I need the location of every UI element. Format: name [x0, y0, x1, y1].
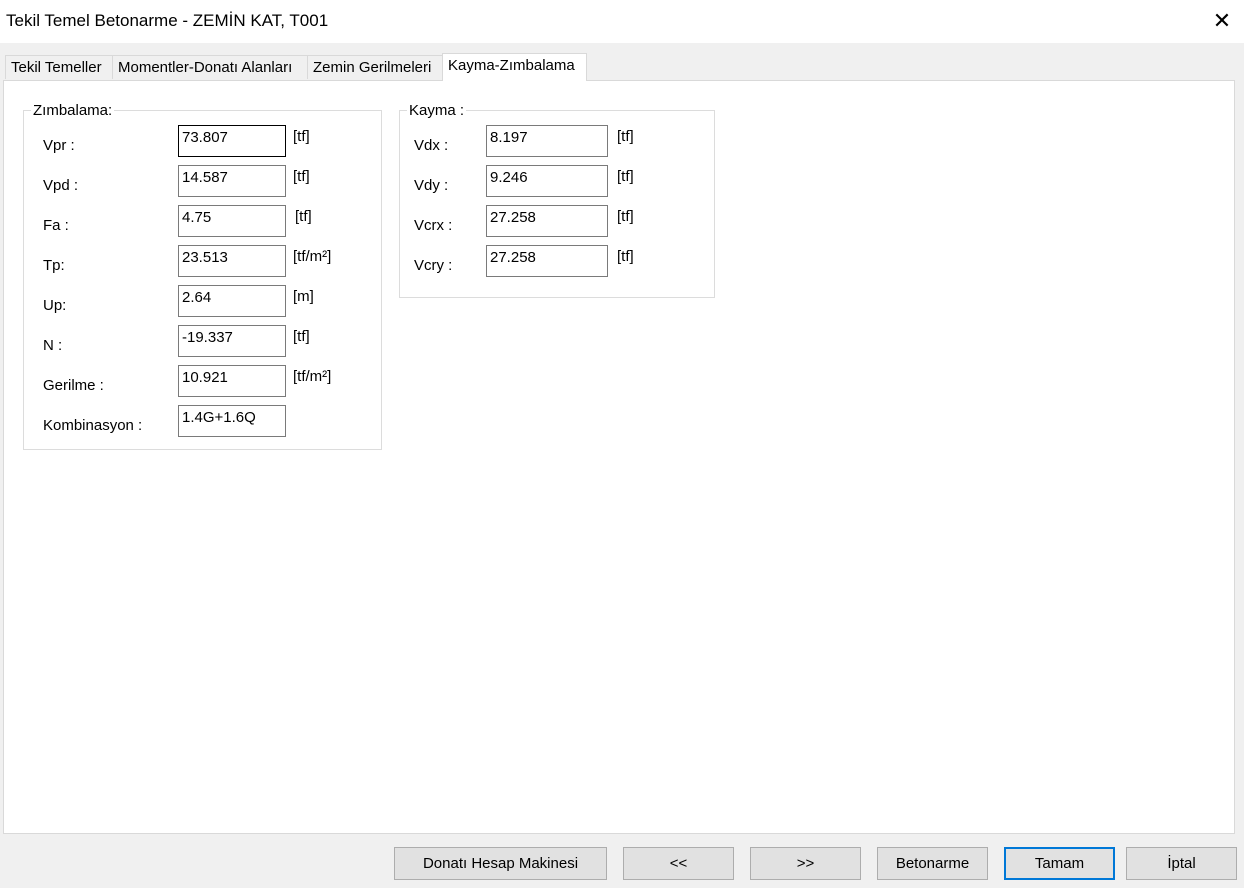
- zimbalama-title: Zımbalama:: [31, 102, 115, 119]
- vcrx-label: Vcrx :: [414, 217, 453, 234]
- gerilme-field[interactable]: 10.921: [178, 365, 286, 397]
- tab-tekil-temeller[interactable]: Tekil Temeller: [5, 55, 113, 79]
- vcrx-unit: [tf]: [617, 208, 634, 225]
- tp-label: Tp:: [43, 257, 65, 274]
- vpr-field[interactable]: 73.807: [178, 125, 286, 157]
- vcrx-field[interactable]: 27.258: [486, 205, 608, 237]
- vcry-unit: [tf]: [617, 248, 634, 265]
- vcry-field[interactable]: 27.258: [486, 245, 608, 277]
- tab-momentler-donati[interactable]: Momentler-Donatı Alanları: [112, 55, 308, 79]
- n-unit: [tf]: [293, 328, 310, 345]
- close-icon[interactable]: ✕: [1210, 8, 1234, 34]
- vpd-label: Vpd :: [43, 177, 79, 194]
- tp-unit: [tf/m²]: [293, 248, 332, 265]
- window-title: Tekil Temel Betonarme - ZEMİN KAT, T001: [6, 11, 329, 30]
- vpd-field[interactable]: 14.587: [178, 165, 286, 197]
- fa-label: Fa :: [43, 217, 69, 234]
- vdx-label: Vdx :: [414, 137, 449, 154]
- vdy-unit: [tf]: [617, 168, 634, 185]
- ok-button[interactable]: Tamam: [1004, 847, 1115, 880]
- gerilme-unit: [tf/m²]: [293, 368, 332, 385]
- kombinasyon-field[interactable]: 1.4G+1.6Q: [178, 405, 286, 437]
- tab-zemin-gerilmeleri[interactable]: Zemin Gerilmeleri: [307, 55, 443, 79]
- vpr-label: Vpr :: [43, 137, 75, 154]
- tab-panel: Zımbalama: Kayma : Vpr : 73.807 [tf] Vpd : 1…: [3, 80, 1235, 834]
- tp-field[interactable]: 23.513: [178, 245, 286, 277]
- n-label: N :: [43, 337, 63, 354]
- vpd-unit: [tf]: [293, 168, 310, 185]
- previous-button[interactable]: <<: [623, 847, 734, 880]
- zimbalama-group: Zımbalama:: [23, 102, 382, 450]
- donati-hesap-makinesi-button[interactable]: Donatı Hesap Makinesi: [394, 847, 607, 880]
- vdx-unit: [tf]: [617, 128, 634, 145]
- up-field[interactable]: 2.64: [178, 285, 286, 317]
- fa-unit: [tf]: [295, 208, 312, 225]
- gerilme-label: Gerilme :: [43, 377, 104, 394]
- up-unit: [m]: [293, 288, 314, 305]
- title-bar: Tekil Temel Betonarme - ZEMİN KAT, T001 …: [0, 0, 1244, 43]
- kombinasyon-label: Kombinasyon :: [43, 417, 143, 434]
- cancel-button[interactable]: İptal: [1126, 847, 1237, 880]
- n-field[interactable]: -19.337: [178, 325, 286, 357]
- betonarme-button[interactable]: Betonarme: [877, 847, 988, 880]
- vdx-field[interactable]: 8.197: [486, 125, 608, 157]
- tab-kayma-zimbalama[interactable]: Kayma-Zımbalama: [442, 53, 587, 81]
- vpr-unit: [tf]: [293, 128, 310, 145]
- vdy-field[interactable]: 9.246: [486, 165, 608, 197]
- fa-field[interactable]: 4.75: [178, 205, 286, 237]
- kayma-title: Kayma :: [407, 102, 467, 119]
- vcry-label: Vcry :: [414, 257, 453, 274]
- next-button[interactable]: >>: [750, 847, 861, 880]
- vdy-label: Vdy :: [414, 177, 449, 194]
- up-label: Up:: [43, 297, 67, 314]
